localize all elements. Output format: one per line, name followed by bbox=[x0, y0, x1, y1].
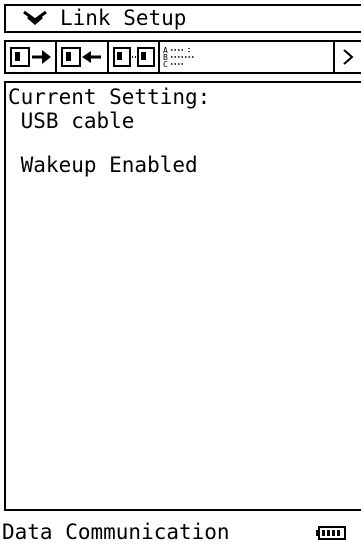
transfer-button[interactable] bbox=[109, 42, 160, 72]
battery-icon bbox=[316, 526, 346, 540]
send-button[interactable] bbox=[6, 42, 57, 72]
list-setup-icon: A B C bbox=[163, 46, 195, 68]
receive-button[interactable] bbox=[57, 42, 109, 72]
content-panel bbox=[4, 81, 361, 511]
double-chevron-down-icon[interactable] bbox=[22, 10, 48, 26]
current-setting-heading: Current Setting: bbox=[8, 85, 211, 109]
receive-arrow-icon bbox=[61, 47, 101, 67]
page-title: Link Setup bbox=[60, 6, 187, 30]
svg-text:C: C bbox=[163, 60, 168, 68]
setup-button[interactable]: A B C bbox=[160, 42, 214, 72]
wakeup-status: Wakeup Enabled bbox=[8, 153, 198, 177]
status-app-name: Data Communication bbox=[2, 520, 230, 544]
connection-type: USB cable bbox=[8, 109, 135, 133]
send-arrow-icon bbox=[10, 47, 51, 67]
toolbar-scroll-button[interactable] bbox=[333, 42, 361, 72]
transfer-icon bbox=[113, 47, 155, 67]
scroll-right-icon bbox=[343, 49, 354, 65]
